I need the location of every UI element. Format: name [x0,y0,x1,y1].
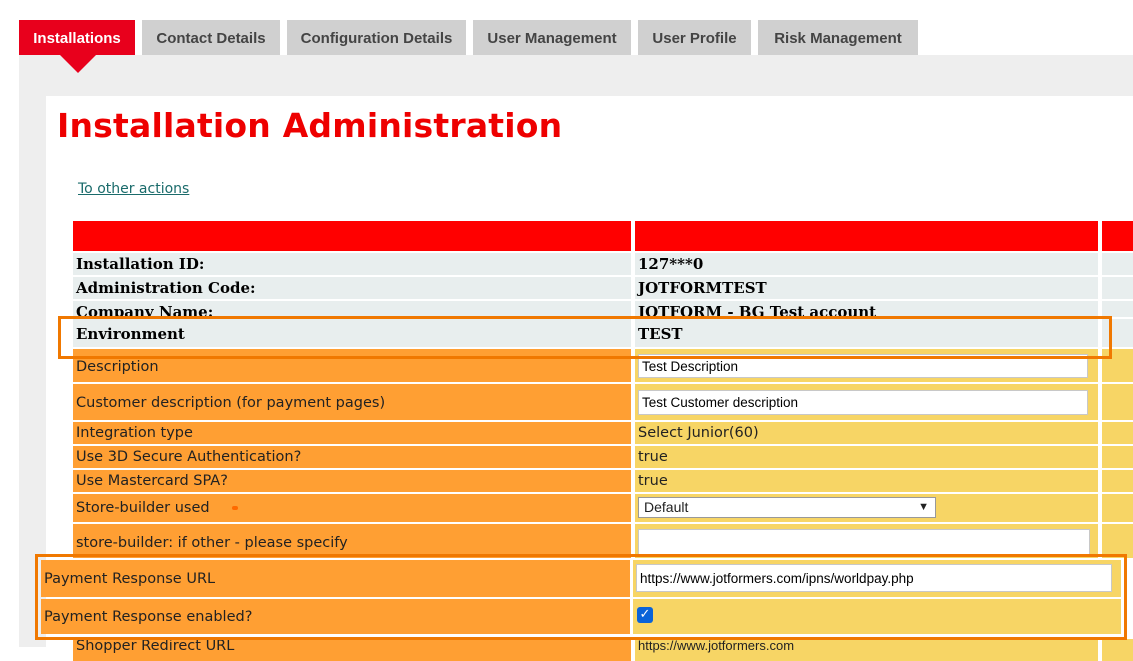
installation-id-label: Installation ID: [73,253,631,275]
environment-label: Environment [73,319,631,347]
administration-code-label: Administration Code: [73,277,631,299]
table-row: Installation ID: 127***0 [73,253,1133,275]
table-row: Store-builder used Default ▼ [73,494,1133,522]
company-name-label: Company Name: [73,301,631,317]
shopper-redirect-url-label: Shopper Redirect URL [73,639,631,661]
table-row: Payment Response URL [41,560,1121,597]
tab-risk-management[interactable]: Risk Management [758,20,918,55]
shopper-redirect-url-value: https://www.jotformers.com [635,639,1098,661]
integration-type-value: Select Junior(60) [635,422,1098,444]
table-row: Use 3D Secure Authentication? true [73,446,1133,468]
table-row: Environment TEST [73,319,1133,347]
page-title: Installation Administration [57,106,563,145]
mastercard-spa-value: true [635,470,1098,492]
table-row: Shopper Redirect URL https://www.jotform… [73,639,1133,661]
table-row: Use Mastercard SPA? true [73,470,1133,492]
tab-user-profile[interactable]: User Profile [638,20,751,55]
table-header-left [73,221,631,251]
table-row: Description [73,349,1133,382]
mastercard-spa-label: Use Mastercard SPA? [73,470,631,492]
tab-contact-details[interactable]: Contact Details [142,20,280,55]
required-marker [231,506,238,510]
table-row: store-builder: if other - please specify [73,524,1133,558]
payment-response-enabled-label: Payment Response enabled? [41,599,630,634]
active-tab-pointer [60,55,96,73]
environment-value: TEST [635,319,1098,347]
payment-response-url-input[interactable] [636,564,1112,592]
description-input[interactable] [638,354,1088,378]
tab-user-management[interactable]: User Management [473,20,631,55]
tab-installations[interactable]: Installations [19,20,135,55]
table-row: Payment Response enabled? ✓ [41,599,1121,634]
store-builder-other-label: store-builder: if other - please specify [73,524,631,558]
payment-response-url-label: Payment Response URL [41,560,630,597]
secure-3d-label: Use 3D Secure Authentication? [73,446,631,468]
table-row: Integration type Select Junior(60) [73,422,1133,444]
table-row: Administration Code: JOTFORMTEST [73,277,1133,299]
secure-3d-value: true [635,446,1098,468]
store-builder-other-input[interactable] [638,529,1090,557]
tab-configuration-details[interactable]: Configuration Details [287,20,466,55]
table-header-right [635,221,1098,251]
company-name-value: JOTFORM - BG Test account [635,301,1098,317]
store-builder-label: Store-builder used [76,500,210,516]
table-row: Customer description (for payment pages) [73,384,1133,420]
table-header-extra [1102,221,1133,251]
store-builder-select[interactable]: Default ▼ [638,497,936,518]
customer-description-label: Customer description (for payment pages) [73,384,631,420]
to-other-actions-link[interactable]: To other actions [78,181,189,197]
table-row: Company Name: JOTFORM - BG Test account [73,301,1133,317]
payment-response-enabled-checkbox[interactable]: ✓ [637,607,653,623]
integration-type-label: Integration type [73,422,631,444]
chevron-down-icon: ▼ [918,501,929,513]
installation-id-value: 127***0 [635,253,1098,275]
tab-bar: Installations Contact Details Configurat… [19,20,1133,56]
customer-description-input[interactable] [638,390,1088,415]
description-label: Description [73,349,631,382]
administration-code-value: JOTFORMTEST [635,277,1098,299]
store-builder-selected: Default [644,499,689,515]
